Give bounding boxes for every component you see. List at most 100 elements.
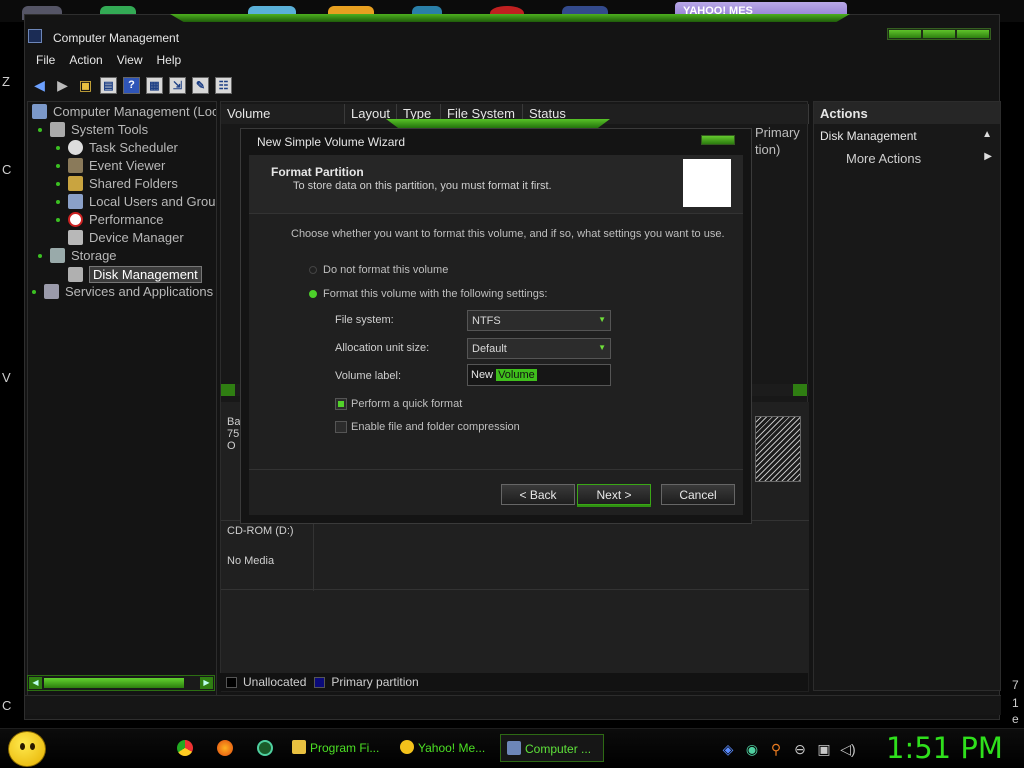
file-system-select[interactable]: NTFS ▼ — [467, 310, 611, 331]
more-actions[interactable]: More Actions ▶ — [814, 146, 1000, 168]
tree-item-services-applications[interactable]: Services and Applications — [32, 284, 213, 299]
expand-bullet-icon[interactable] — [56, 145, 60, 150]
task-program-files[interactable]: Program Fi... — [286, 734, 390, 762]
wizard-icon[interactable]: ✎ — [192, 76, 209, 94]
expand-bullet-icon[interactable] — [38, 127, 42, 132]
window-controls — [887, 28, 991, 40]
tray-security-icon[interactable]: ◈ — [720, 741, 736, 757]
cdrom-row[interactable]: CD-ROM (D:) No Media — [221, 520, 809, 591]
scroll-thumb[interactable] — [44, 678, 184, 688]
tree-item-storage[interactable]: Storage — [38, 248, 117, 263]
tree-item-task-scheduler[interactable]: Task Scheduler — [56, 140, 178, 155]
event-icon — [68, 158, 83, 173]
yahoo-smiley-icon — [400, 740, 414, 754]
desktop-text: V — [2, 370, 11, 385]
wizard-close-button[interactable] — [701, 135, 735, 145]
chevron-down-icon[interactable]: ▼ — [598, 315, 606, 324]
expand-bullet-icon[interactable] — [56, 217, 60, 222]
tools-icon — [50, 122, 65, 137]
window-title-glow — [170, 14, 850, 22]
tree-item-local-users[interactable]: Local Users and Grou — [56, 194, 215, 209]
collapse-up-icon[interactable]: ▲ — [982, 129, 992, 140]
tree-item-system-tools[interactable]: System Tools — [38, 122, 148, 137]
scroll-right-icon[interactable] — [793, 384, 807, 396]
radio-selected-icon[interactable] — [309, 290, 317, 298]
expand-bullet-icon[interactable] — [56, 181, 60, 186]
allocation-unit-label: Allocation unit size: — [335, 342, 430, 354]
folder-up-icon[interactable]: ▣ — [77, 77, 94, 94]
desktop-text: C — [2, 162, 12, 177]
checkbox-icon[interactable] — [335, 421, 347, 433]
task-label: Program Fi... — [310, 741, 380, 755]
menu-action[interactable]: Action — [69, 51, 102, 71]
desktop-text: 1 — [1012, 696, 1019, 710]
tree-item-shared-folders[interactable]: Shared Folders — [56, 176, 178, 191]
task-yahoo-messenger[interactable]: Yahoo! Me... — [394, 734, 494, 762]
export-icon[interactable]: ⇲ — [169, 76, 186, 94]
firefox-icon[interactable] — [217, 740, 233, 756]
help-icon[interactable]: ? — [123, 76, 140, 94]
tray-search-icon[interactable]: ⚲ — [768, 741, 784, 757]
tree-horizontal-scrollbar[interactable]: ◀ ▶ — [27, 675, 215, 691]
menu-view[interactable]: View — [117, 51, 143, 71]
tree-item-label: Services and Applications — [65, 284, 214, 299]
properties-icon[interactable]: ▦ — [146, 76, 163, 94]
quick-format-checkbox[interactable]: Perform a quick format — [335, 398, 462, 410]
cancel-button[interactable]: Cancel — [661, 484, 735, 505]
expand-bullet-icon[interactable] — [38, 253, 42, 258]
menu-file[interactable]: File — [36, 51, 55, 71]
expand-bullet-icon[interactable] — [56, 163, 60, 168]
radio-icon[interactable] — [309, 266, 317, 274]
tray-vpn-icon[interactable]: ◉ — [744, 741, 760, 757]
actions-section-disk-management[interactable]: Disk Management ▲ — [814, 124, 1000, 146]
tree-item-event-viewer[interactable]: Event Viewer — [56, 158, 165, 173]
minimize-button[interactable] — [889, 30, 921, 38]
task-computer-management[interactable]: Computer ... — [500, 734, 604, 762]
tree-item-disk-management[interactable]: Disk Management — [68, 266, 202, 283]
next-button[interactable]: Next > — [577, 484, 651, 505]
scroll-left-icon[interactable] — [221, 384, 235, 396]
folder-icon — [68, 176, 83, 191]
taskbar-clock[interactable]: 1:51 PM — [886, 731, 1003, 765]
maximize-button[interactable] — [923, 30, 955, 38]
column-volume[interactable]: Volume — [221, 104, 345, 124]
unallocated-swatch — [226, 676, 237, 688]
tree-item-label: Task Scheduler — [89, 140, 178, 155]
scroll-right-icon[interactable]: ▶ — [200, 677, 213, 689]
tree-item-computer-management[interactable]: Computer Management (Loc — [32, 104, 216, 119]
settings-icon[interactable]: ☷ — [215, 76, 232, 94]
shield-icon[interactable] — [257, 740, 273, 756]
expand-bullet-icon[interactable] — [32, 289, 36, 294]
close-button[interactable] — [957, 30, 989, 38]
title-bar[interactable]: Computer Management — [25, 25, 1001, 51]
tray-volume-icon[interactable]: ◁) — [840, 741, 856, 757]
wizard-subheading: To store data on this partition, you mus… — [293, 180, 552, 192]
start-button-smiley-icon[interactable] — [8, 731, 46, 767]
chrome-icon[interactable] — [177, 740, 193, 756]
disk0-label: Ba 75 O — [227, 416, 240, 452]
volume-label-input[interactable]: New Volume — [467, 364, 611, 386]
checkbox-checked-icon[interactable] — [335, 398, 347, 410]
tree-item-performance[interactable]: Performance — [56, 212, 163, 227]
radio-do-not-format[interactable]: Do not format this volume — [309, 264, 448, 276]
tray-minus-icon[interactable]: ⊖ — [792, 741, 808, 757]
file-system-value: NTFS — [472, 315, 501, 327]
unallocated-partition[interactable] — [755, 416, 801, 482]
chevron-down-icon[interactable]: ▼ — [598, 343, 606, 352]
disk0-line: Ba — [227, 416, 241, 428]
back-arrow-icon[interactable]: ◀ — [31, 77, 48, 94]
show-hide-tree-icon[interactable]: ▤ — [100, 76, 117, 94]
compression-checkbox[interactable]: Enable file and folder compression — [335, 421, 520, 433]
back-button[interactable]: < Back — [501, 484, 575, 505]
tree-item-device-manager[interactable]: Device Manager — [68, 230, 184, 245]
tray-network-icon[interactable]: ▣ — [816, 741, 832, 757]
allocation-unit-select[interactable]: Default ▼ — [467, 338, 611, 359]
wizard-intro: Choose whether you want to format this v… — [291, 228, 725, 240]
expand-bullet-icon[interactable] — [56, 199, 60, 204]
forward-arrow-icon[interactable]: ▶ — [54, 77, 71, 94]
tree-item-label: Storage — [71, 248, 117, 263]
tree-item-label: Device Manager — [89, 230, 184, 245]
scroll-left-icon[interactable]: ◀ — [29, 677, 42, 689]
radio-format-volume[interactable]: Format this volume with the following se… — [309, 288, 547, 300]
menu-help[interactable]: Help — [157, 51, 182, 71]
